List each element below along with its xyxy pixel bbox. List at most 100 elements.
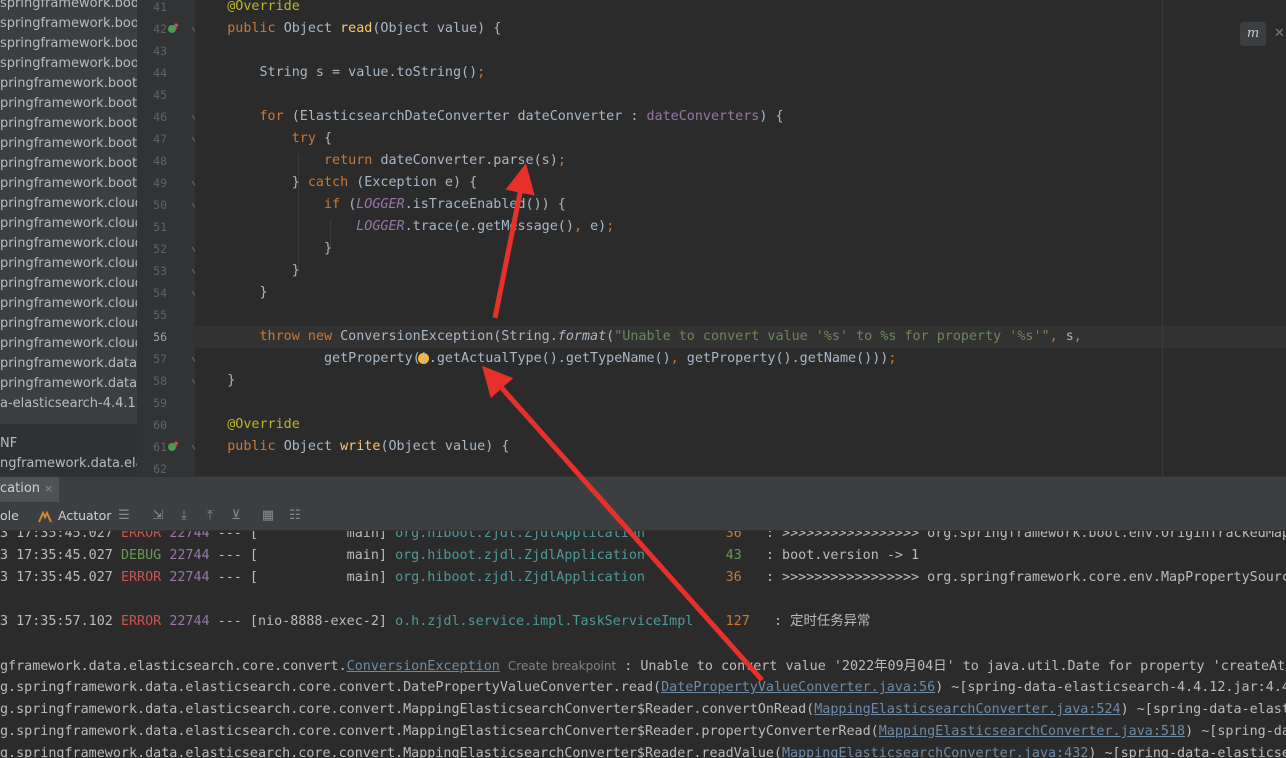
tree-item[interactable]: ngframework.data.elast (0, 454, 137, 474)
code-line[interactable]: } (195, 260, 300, 282)
tree-item[interactable]: pringframework.cloud:s (0, 254, 137, 274)
code-token: , (573, 219, 591, 234)
console-text: 127 (725, 614, 750, 629)
code-token: } (195, 241, 333, 256)
line-number[interactable]: 51 (137, 216, 167, 238)
upload-icon[interactable]: ⤒ (202, 508, 218, 524)
line-number[interactable]: 55 (137, 304, 167, 326)
line-number[interactable]: 60 (137, 414, 167, 436)
tab-actuator[interactable]: Actuator (58, 502, 111, 530)
tree-item[interactable]: pringframework.data:sp (0, 354, 137, 374)
line-number[interactable]: 48 (137, 150, 167, 172)
tree-item[interactable]: pringframework.cloud:s (0, 314, 137, 334)
line-number[interactable]: 61 (137, 436, 167, 458)
menu-icon[interactable]: ☰ (116, 508, 132, 524)
close-icon[interactable]: ✕ (1274, 26, 1285, 41)
code-line[interactable]: if (LOGGER.isTraceEnabled()) { (195, 194, 566, 216)
code-line[interactable]: public Object write(Object value) { (195, 436, 509, 458)
override-marker-icon[interactable] (167, 440, 179, 453)
code-line[interactable]: } (195, 238, 332, 260)
code-line[interactable]: return dateConverter.parse(s); (195, 150, 566, 172)
download-icon[interactable]: ⤓ (176, 508, 192, 524)
run-config-tab[interactable]: cation × (0, 477, 60, 502)
code-editor[interactable]: @Override public Object read(Object valu… (195, 0, 1286, 476)
tree-item[interactable]: springframework.boot:sp (0, 34, 137, 54)
line-number[interactable]: 59 (137, 392, 167, 414)
tree-item[interactable]: pringframework.boot:sp (0, 94, 137, 114)
code-line[interactable]: String s = value.toString(); (195, 62, 485, 84)
console-text: 22744 (169, 614, 210, 629)
tree-item[interactable]: pringframework.cloud:s (0, 234, 137, 254)
tree-item[interactable]: springframework.boot:sp (0, 0, 137, 14)
tab-console[interactable]: ole (0, 502, 19, 530)
line-number[interactable]: 57 (137, 348, 167, 370)
close-icon[interactable]: × (44, 482, 53, 495)
code-token: , (1073, 329, 1082, 344)
line-number[interactable]: 49 (137, 172, 167, 194)
tree-item[interactable]: pringframework.data:sp (0, 374, 137, 394)
tree-item[interactable]: pringframework.boot:sp (0, 154, 137, 174)
settings-list-icon[interactable]: ☷ (287, 508, 303, 524)
code-line[interactable]: } (195, 370, 235, 392)
code-line[interactable]: @Override (195, 414, 300, 436)
code-token: Object (283, 21, 341, 36)
create-breakpoint-hint[interactable]: Create breakpoint (508, 659, 616, 673)
tree-item[interactable]: pringframework.cloud:s (0, 334, 137, 354)
line-number[interactable]: 53 (137, 260, 167, 282)
code-line[interactable]: for (ElasticsearchDateConverter dateConv… (195, 106, 784, 128)
scroll-to-end-icon[interactable]: ⇲ (150, 508, 166, 524)
stacktrace-link[interactable]: ConversionException (347, 659, 500, 674)
code-token: (Exception e) { (356, 175, 478, 190)
tree-item[interactable]: pringframework.boot:sp (0, 134, 137, 154)
console-text: 36 (725, 531, 742, 541)
tree-item[interactable]: NF (0, 434, 17, 454)
console-text: --- [nio-8888-exec-2] (209, 614, 396, 629)
code-line[interactable]: @Override (195, 0, 300, 18)
override-marker-icon[interactable] (167, 22, 179, 35)
line-number[interactable]: 47 (137, 128, 167, 150)
filter-icon[interactable]: ⊻ (228, 508, 244, 524)
line-number[interactable]: 58 (137, 370, 167, 392)
stacktrace-link[interactable]: MappingElasticsearchConverter.java:432 (782, 746, 1088, 758)
line-number[interactable]: 44 (137, 62, 167, 84)
line-number[interactable]: 54 (137, 282, 167, 304)
tree-item[interactable]: a-elasticsearch-4.4.12.j (0, 394, 137, 414)
console-text: 22744 (169, 548, 210, 563)
code-line[interactable]: } (195, 282, 267, 304)
tree-item[interactable]: pringframework.cloud:s (0, 274, 137, 294)
maven-reload-icon[interactable]: m (1240, 22, 1266, 46)
code-line[interactable]: try { (195, 128, 332, 150)
line-number[interactable]: 46 (137, 106, 167, 128)
line-number[interactable]: 43 (137, 40, 167, 62)
line-number[interactable]: 41 (137, 0, 167, 18)
console-line: g.springframework.data.elasticsearch.cor… (0, 721, 1286, 743)
tree-item[interactable]: pringframework.boot:sp (0, 114, 137, 134)
code-line[interactable]: throw new ConversionException(String.for… (195, 326, 1082, 348)
stacktrace-link[interactable]: MappingElasticsearchConverter.java:518 (879, 724, 1185, 739)
tree-item[interactable]: springframework.boot:sp (0, 14, 137, 34)
line-number[interactable]: 50 (137, 194, 167, 216)
code-line[interactable]: LOGGER.trace(e.getMessage(), e); (195, 216, 614, 238)
table-icon[interactable]: ▦ (260, 508, 276, 524)
tree-item[interactable]: pringframework.boot:sp (0, 174, 137, 194)
tree-item[interactable]: pringframework.cloud:s (0, 194, 137, 214)
stacktrace-link[interactable]: MappingElasticsearchConverter.java:524 (814, 702, 1120, 717)
tree-item[interactable]: pringframework.cloud:s (0, 294, 137, 314)
console-output[interactable]: 3 17:35:45.027 ERROR 22744 --- [ main] o… (0, 531, 1286, 758)
console-text: 22744 (169, 531, 210, 541)
code-line[interactable]: getProperty().getActualType().getTypeNam… (195, 348, 896, 370)
code-line[interactable]: public Object read(Object value) { (195, 18, 501, 40)
console-text: ) ~[spring-data-elasticsearch (1120, 702, 1286, 717)
tree-item[interactable]: pringframework.boot:sp (0, 74, 137, 94)
line-number[interactable]: 56 (137, 326, 167, 348)
line-number[interactable]: 42 (137, 18, 167, 40)
tree-item[interactable]: springframework.boot:sp (0, 54, 137, 74)
code-line[interactable]: } catch (Exception e) { (195, 172, 477, 194)
console-text: 36 (725, 570, 742, 585)
line-number[interactable]: 45 (137, 84, 167, 106)
line-number[interactable]: 52 (137, 238, 167, 260)
tree-item[interactable]: pringframework.cloud:s (0, 214, 137, 234)
stacktrace-link[interactable]: DatePropertyValueConverter.java:56 (661, 680, 935, 695)
